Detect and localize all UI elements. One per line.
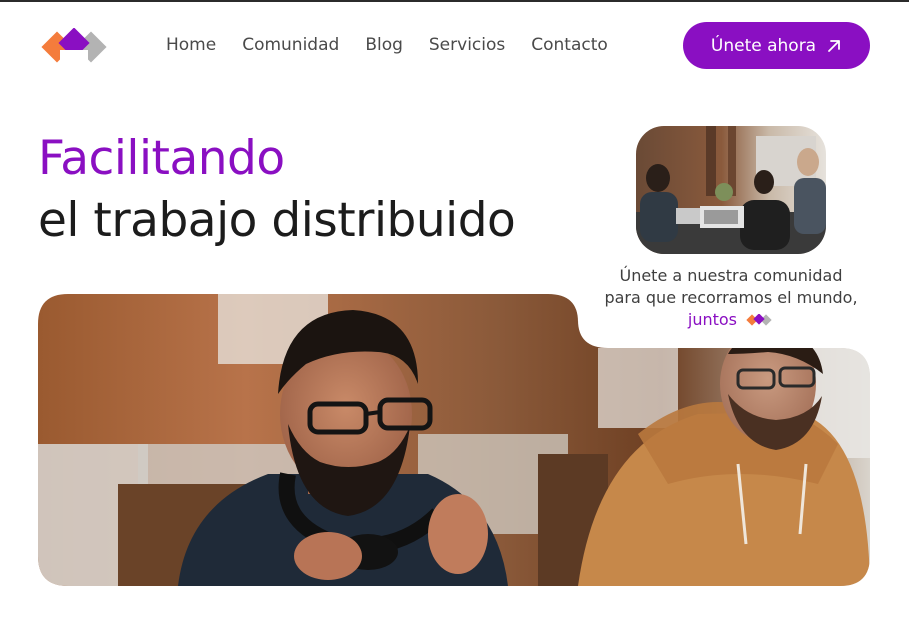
nav-item-comunidad[interactable]: Comunidad bbox=[242, 35, 339, 55]
logo-icon bbox=[41, 27, 107, 68]
join-now-button[interactable]: Únete ahora bbox=[683, 22, 870, 69]
nav-item-servicios[interactable]: Servicios bbox=[429, 35, 505, 55]
hero-title-accent: Facilitando bbox=[38, 131, 285, 186]
nav-item-blog[interactable]: Blog bbox=[365, 35, 403, 55]
nav-item-contacto[interactable]: Contacto bbox=[531, 35, 608, 55]
hero-photo bbox=[38, 294, 870, 586]
arrow-up-right-icon bbox=[828, 39, 841, 52]
team-photo bbox=[636, 126, 826, 254]
main-nav: Home Comunidad Blog Servicios Contacto bbox=[166, 35, 608, 55]
hero-title-main: el trabajo distribuido bbox=[38, 193, 516, 248]
community-line-1: Únete a nuestra comunidad bbox=[619, 266, 843, 285]
brand-logo[interactable] bbox=[38, 27, 118, 68]
join-now-label: Únete ahora bbox=[710, 35, 817, 56]
landing-page: Home Comunidad Blog Servicios Contacto Ú… bbox=[0, 0, 909, 644]
nav-item-home[interactable]: Home bbox=[166, 35, 216, 55]
hero-title: Facilitando el trabajo distribuido bbox=[38, 128, 516, 252]
